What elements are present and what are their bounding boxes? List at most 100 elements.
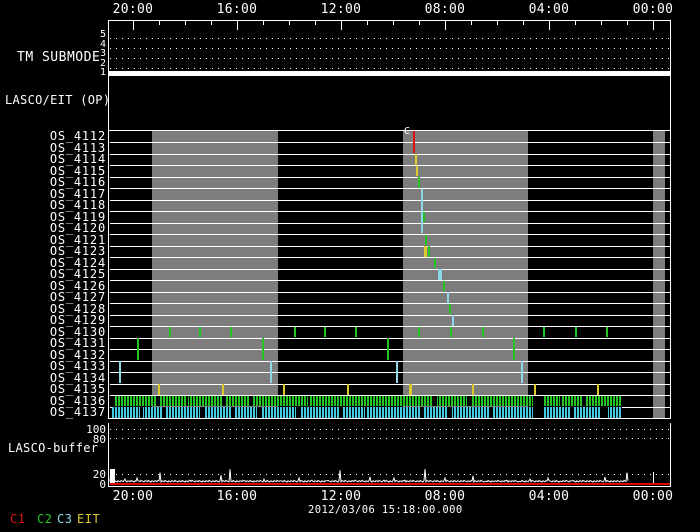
tm-submode-value-bar	[108, 71, 671, 76]
tm-submode-label: TM SUBMODE	[17, 50, 101, 65]
dotted-gridline	[110, 68, 670, 69]
tm-ytick-label: 1	[99, 67, 106, 78]
activity-gap	[533, 395, 543, 406]
time-label-top: 12:00	[320, 2, 362, 17]
event-tick	[415, 154, 417, 165]
row-divider	[110, 257, 670, 258]
event-tick	[199, 326, 201, 337]
activity-gap	[420, 407, 424, 418]
event-tick	[347, 384, 349, 395]
event-tick	[158, 384, 160, 395]
legend-item-eit: EIT	[77, 512, 101, 526]
axis-tick-major	[237, 20, 238, 30]
event-tick	[387, 338, 389, 360]
row-divider	[110, 153, 670, 155]
activity-gap	[490, 407, 493, 418]
time-label-bottom: 04:00	[528, 489, 570, 504]
event-tick	[428, 246, 430, 257]
event-tick	[324, 326, 326, 337]
dotted-gridline	[110, 48, 670, 49]
event-tick	[137, 338, 139, 360]
legend-item-c3: C3	[57, 512, 73, 526]
event-tick	[262, 338, 264, 360]
event-tick	[606, 326, 608, 337]
event-tick	[482, 326, 484, 337]
row-divider	[110, 314, 670, 316]
event-tick	[424, 246, 427, 257]
legend: C1 C2 C3 EIT	[0, 512, 700, 528]
event-tick	[222, 384, 224, 395]
time-label-top: 08:00	[424, 2, 466, 17]
row-divider	[110, 349, 670, 350]
row-divider	[110, 303, 670, 304]
activity-gap	[600, 407, 608, 418]
top-axis-line	[108, 20, 671, 21]
dense-activity-row	[112, 407, 622, 418]
plot-right-border	[670, 20, 671, 418]
dotted-gridline	[110, 58, 670, 59]
row-divider	[110, 165, 670, 166]
activity-gap	[467, 395, 472, 406]
activity-gap	[257, 407, 262, 418]
activity-gap	[308, 395, 310, 406]
activity-gap	[222, 395, 226, 406]
time-label-top: 20:00	[112, 2, 154, 17]
event-tick	[575, 326, 577, 337]
row-divider	[110, 222, 670, 224]
event-tick	[355, 326, 357, 337]
event-tick	[447, 292, 449, 303]
axis-tick-major	[133, 20, 134, 30]
observation-window-band	[403, 131, 528, 418]
axis-tick-major	[549, 20, 550, 30]
event-tick	[452, 315, 454, 326]
activity-gap	[232, 407, 234, 418]
buffer-trace	[109, 469, 629, 484]
activity-gap	[365, 407, 367, 418]
lasco-eit-label: LASCO/EIT (OP)	[5, 93, 111, 107]
row-divider	[110, 211, 670, 212]
observation-window-band	[152, 131, 278, 418]
row-label: OS_4137	[49, 405, 106, 419]
observation-window-band	[653, 131, 665, 418]
activity-gap	[296, 407, 300, 418]
event-tick	[413, 131, 415, 153]
activity-gap	[140, 407, 143, 418]
event-tick	[283, 384, 285, 395]
row-divider	[110, 291, 670, 293]
event-tick	[434, 257, 436, 268]
legend-item-c1: C1	[10, 512, 26, 526]
row-divider	[110, 199, 670, 201]
time-label-top: 16:00	[216, 2, 258, 17]
row-divider	[110, 383, 670, 385]
row-divider	[110, 188, 670, 189]
dotted-gridline	[110, 428, 670, 430]
row-divider	[110, 280, 670, 281]
time-label-top: 00:00	[632, 2, 674, 17]
event-tick	[443, 280, 445, 291]
event-tick	[543, 326, 545, 337]
event-tick	[534, 384, 536, 395]
row-divider	[110, 372, 670, 373]
activity-gap	[157, 395, 160, 406]
activity-gap	[533, 407, 543, 418]
activity-gap	[340, 407, 343, 418]
time-label-bottom: 16:00	[216, 489, 258, 504]
time-label-bottom: 20:00	[112, 489, 154, 504]
row-divider	[110, 268, 670, 270]
event-tick	[119, 361, 121, 383]
dotted-gridline	[110, 438, 670, 439]
telemetry-plot-window: TM SUBMODE LASCO/EIT (OP) LASCO-buffer C…	[0, 0, 700, 532]
event-tick	[294, 326, 296, 337]
event-tick	[396, 361, 398, 383]
event-tick	[521, 361, 523, 383]
dotted-gridline	[110, 38, 670, 39]
lasco-buffer-label: LASCO-buffer	[8, 441, 99, 455]
activity-gap	[250, 395, 252, 406]
event-tick	[230, 326, 232, 337]
event-tick	[418, 326, 420, 337]
event-tick	[513, 338, 515, 360]
axis-tick-major	[653, 20, 654, 30]
axis-tick-major	[445, 20, 446, 30]
row-divider	[110, 326, 670, 327]
plot-left-border	[108, 20, 109, 418]
